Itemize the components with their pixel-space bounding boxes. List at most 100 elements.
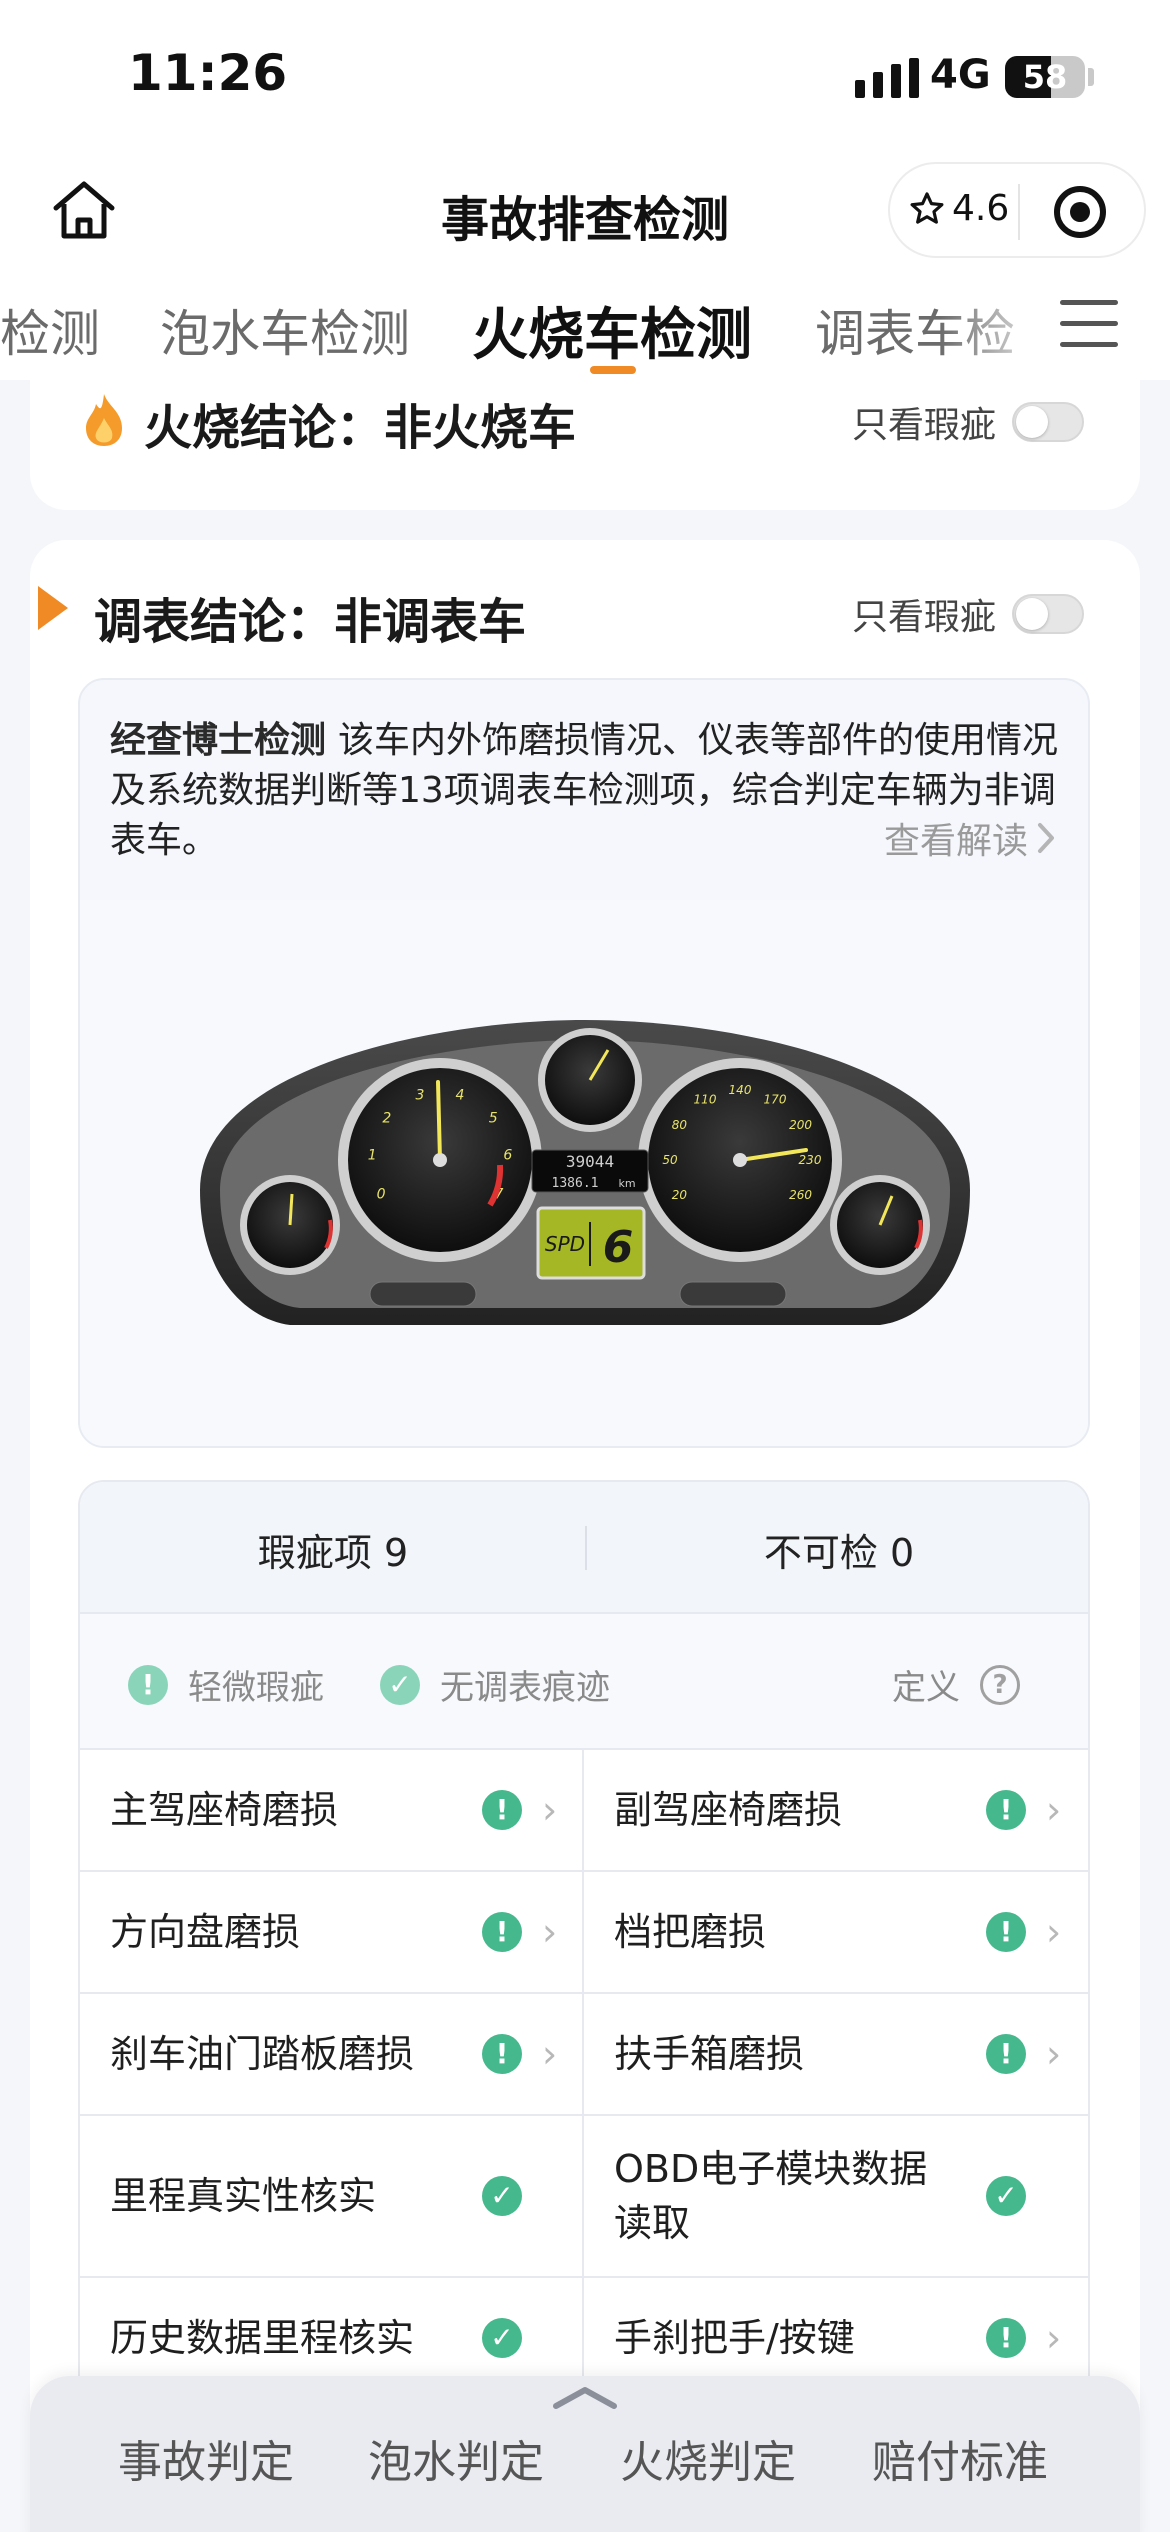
check-item-label: 主驾座椅磨损: [110, 1788, 339, 1832]
dial-tick-label: 140: [729, 1083, 752, 1097]
section-marker-icon: [38, 586, 68, 630]
meter-flaw-filter[interactable]: 只看瑕疵: [852, 588, 1085, 640]
check-item-label: 手刹把手/按键: [614, 2316, 855, 2360]
legend-clean: ✓ 无调表痕迹: [380, 1660, 610, 1709]
check-item-label: 扶手箱磨损: [614, 2032, 805, 2076]
tabs-bar: 检测 泡水车检测 火烧车检测 调表车检: [0, 270, 1170, 380]
meter-conclusion-title: 调表结论：非调表车: [94, 594, 527, 650]
dial-tick-label: 1: [368, 1148, 377, 1164]
read-more-label: 查看解读: [883, 821, 1028, 862]
chevron-right-icon: ›: [542, 2032, 558, 2076]
exclamation-icon: !: [986, 2318, 1026, 2358]
chevron-right-icon: ›: [1046, 2032, 1062, 2076]
bottom-judgment-sheet: 事故判定 泡水判定 火烧判定 赔付标准: [30, 2376, 1140, 2532]
exclamation-icon: !: [986, 1790, 1026, 1830]
uncheckable-count: 0: [889, 1531, 915, 1575]
chevron-right-icon: ›: [1046, 1910, 1062, 1954]
accident-judgment-tab[interactable]: 事故判定: [118, 2426, 294, 2490]
check-item: 里程真实性核实 ✓: [80, 2116, 584, 2276]
check-item[interactable]: 主驾座椅磨损! ›: [80, 1750, 584, 1870]
dial-tick-label: 6: [503, 1148, 512, 1164]
fire-flaw-toggle[interactable]: [1012, 402, 1085, 442]
uncheckable-label: 不可检: [763, 1531, 878, 1575]
dial-tick-label: 2: [382, 1110, 391, 1126]
check-item[interactable]: 方向盘磨损! ›: [80, 1872, 584, 1992]
dial-tick-label: 260: [789, 1188, 812, 1202]
tab-flood-car[interactable]: 泡水车检测: [160, 294, 410, 366]
meter-conclusion-card: 调表结论：非调表车 只看瑕疵 经查博士检测 该车内外饰磨损情况、仪表等部件的使用情…: [30, 540, 1140, 2532]
network-label: 4G: [930, 52, 991, 98]
meter-filter-label: 只看瑕疵: [852, 597, 997, 638]
question-icon: ?: [980, 1664, 1020, 1705]
dial-tick-label: 50: [662, 1153, 678, 1167]
battery-icon: 58: [1005, 56, 1085, 98]
flood-judgment-tab[interactable]: 泡水判定: [368, 2426, 544, 2490]
check-item-label: 副驾座椅磨损: [614, 1788, 843, 1832]
odometer-readout: 39044: [566, 1152, 614, 1171]
fire-conclusion-title: 火烧结论：非火烧车: [144, 400, 577, 456]
definition-link[interactable]: 定义 ?: [892, 1660, 1020, 1709]
status-legend: ! 轻微瑕疵 ✓ 无调表痕迹 定义 ?: [80, 1614, 1088, 1750]
exclamation-icon: !: [482, 1912, 522, 1952]
check-items-row: 刹车油门踏板磨损! › 扶手箱磨损! ›: [80, 1994, 1088, 2116]
dashboard-illustration-area: 01234567 20 50 80 110 140 170 200 230 260 39044 …: [80, 900, 1088, 1446]
check-icon: ✓: [380, 1664, 420, 1705]
check-item-label: 方向盘磨损: [110, 1910, 301, 1954]
flaws-count: 9: [383, 1531, 409, 1575]
gear-indicator: 6: [603, 1222, 634, 1273]
mini-program-capsule[interactable]: 4.6: [888, 162, 1146, 258]
spd-label: SPD: [545, 1232, 585, 1256]
compensation-standard-tab[interactable]: 赔付标准: [872, 2426, 1048, 2490]
check-icon: ✓: [482, 2176, 522, 2216]
fire-judgment-tab[interactable]: 火烧判定: [620, 2426, 796, 2490]
check-item[interactable]: 档把磨损! ›: [584, 1872, 1088, 1992]
dial-tick-label: 4: [456, 1088, 465, 1104]
flaws-summary: 瑕疵项 9: [80, 1522, 586, 1577]
menu-icon[interactable]: [1060, 300, 1118, 347]
dial-tick-label: 230: [799, 1153, 822, 1167]
fire-flaw-filter[interactable]: 只看瑕疵: [852, 396, 1085, 448]
chevron-up-icon[interactable]: [550, 2382, 620, 2412]
check-icon: ✓: [482, 2318, 522, 2358]
check-items-grid: 主驾座椅磨损! › 副驾座椅磨损! › 方向盘磨损! › 档把磨损! › 刹车油门踏板磨损! › 扶…: [80, 1750, 1088, 2400]
check-item[interactable]: 扶手箱磨损! ›: [584, 1994, 1088, 2114]
check-icon: ✓: [986, 2176, 1026, 2216]
tab-detection[interactable]: 检测: [0, 294, 100, 366]
check-item-label: 刹车油门踏板磨损: [110, 2032, 415, 2076]
dial-tick-label: 110: [694, 1092, 717, 1106]
battery-cap: [1088, 68, 1094, 86]
status-time: 11:26: [128, 44, 288, 102]
exclamation-icon: !: [986, 1912, 1026, 1952]
fire-icon: [86, 394, 122, 446]
dial-tick-label: 20: [672, 1188, 688, 1202]
signal-icon: [855, 58, 919, 98]
dashboard-illustration: 0123 4567 205080110140170200230260 39044 …: [200, 1020, 970, 1325]
trip-readout: 1386.1: [552, 1176, 599, 1191]
dial-tick-label: 3: [416, 1088, 425, 1104]
read-more-link[interactable]: 查看解读: [884, 812, 1058, 864]
battery-label: 58: [1022, 58, 1068, 96]
rating-button[interactable]: 4.6: [908, 188, 1009, 229]
meter-flaw-toggle[interactable]: [1012, 594, 1085, 634]
legend-clean-label: 无调表痕迹: [440, 1668, 610, 1708]
check-item[interactable]: 副驾座椅磨损! ›: [584, 1750, 1088, 1870]
capsule-divider: [1018, 184, 1020, 240]
rating-value: 4.6: [952, 188, 1010, 229]
dial-tick-label: 80: [672, 1118, 688, 1132]
exclamation-icon: !: [482, 2034, 522, 2074]
dial-tick-label: 170: [764, 1092, 787, 1106]
chevron-right-icon: ›: [1046, 1788, 1062, 1832]
check-summary-table: 瑕疵项 9 不可检 0 ! 轻微瑕疵 ✓ 无调表痕迹 定义 ? 主驾座椅磨损!: [78, 1480, 1090, 2402]
check-item: OBD电子模块数据读取 ✓: [584, 2116, 1088, 2276]
tab-fire-car[interactable]: 火烧车检测: [472, 290, 752, 371]
check-item-label: 里程真实性核实: [110, 2174, 377, 2218]
chevron-right-icon: ›: [542, 1910, 558, 1954]
check-item[interactable]: 刹车油门踏板磨损! ›: [80, 1994, 584, 2114]
flaws-label: 瑕疵项: [257, 1531, 372, 1575]
exclamation-icon: !: [128, 1664, 168, 1705]
odometer-unit: km: [618, 1177, 635, 1190]
check-item-label: OBD电子模块数据读取: [614, 2147, 928, 2245]
check-items-row: 方向盘磨损! › 档把磨损! ›: [80, 1872, 1088, 1994]
status-bar: 11:26 4G 58: [0, 0, 1170, 150]
target-icon[interactable]: [1054, 186, 1106, 238]
